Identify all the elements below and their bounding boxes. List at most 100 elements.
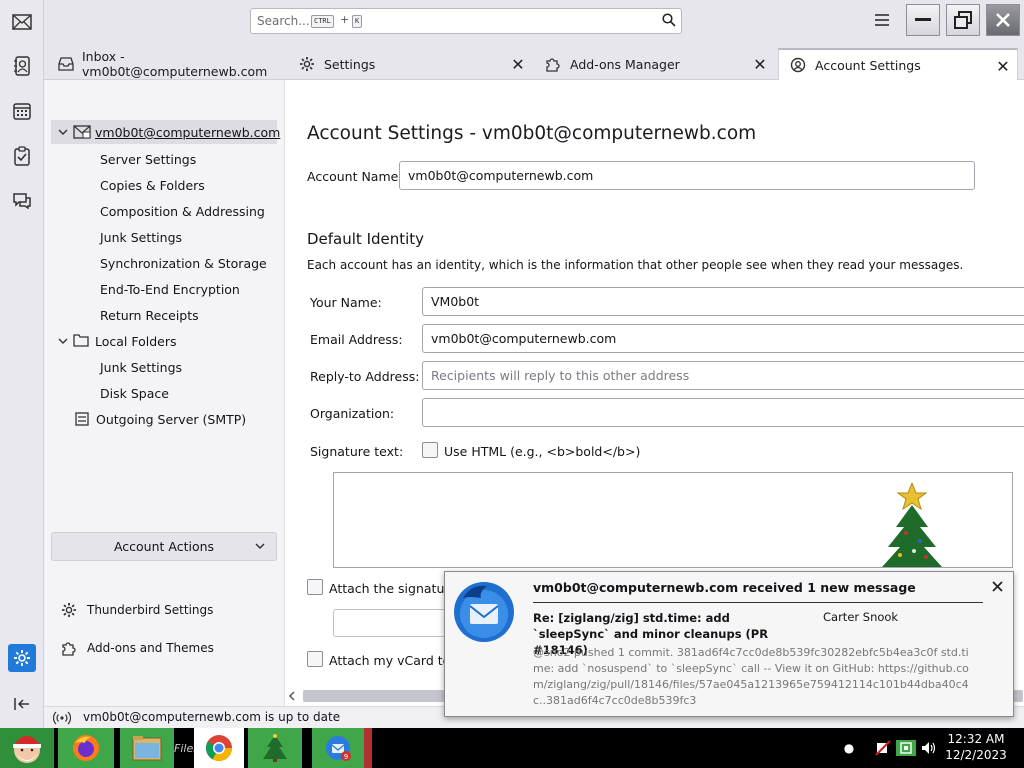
taskbar-firefox[interactable] (58, 728, 114, 768)
addons-themes-label: Add-ons and Themes (87, 641, 214, 655)
santa-icon (13, 736, 41, 763)
taskbar-clock[interactable]: 12:32 AM 12/2/2023 (940, 731, 1012, 763)
sidebar-item-label: Copies & Folders (100, 178, 205, 193)
clock-time: 12:32 AM (947, 732, 1005, 746)
organization-input[interactable] (422, 398, 1024, 427)
account-actions-button[interactable]: Account Actions (51, 532, 277, 561)
minimize-button[interactable] (906, 4, 940, 36)
sidebar-item-label: Disk Space (100, 386, 169, 401)
new-mail-notification[interactable]: vm0b0t@computernewb.com received 1 new m… (444, 571, 1014, 717)
address-book-icon[interactable] (8, 52, 36, 80)
thunderbird-window: Search... CTRL + K Inbox - vm0b0t@comput… (0, 0, 1024, 768)
sidebar-item-label: Outgoing Server (SMTP) (96, 412, 247, 427)
chevron-left-icon[interactable] (288, 691, 296, 701)
start-button[interactable] (0, 728, 54, 768)
tab-inbox[interactable]: Inbox - vm0b0t@computernewb.com (48, 48, 286, 80)
title-bar: Search... CTRL + K (44, 0, 1024, 44)
signature-file-input[interactable] (333, 609, 453, 637)
tab-account-settings[interactable]: Account Settings ✕ (778, 48, 1018, 80)
account-name-label: Account Name: (307, 169, 403, 184)
sidebar-account-label: vm0b0t@computernewb.com (95, 125, 281, 140)
page-title: Account Settings - vm0b0t@computernewb.c… (307, 123, 757, 144)
signature-textarea[interactable] (333, 472, 1013, 568)
use-html-label: Use HTML (e.g., <b>bold</b>) (444, 444, 641, 459)
close-icon[interactable] (989, 578, 1005, 594)
inbox-icon (58, 55, 74, 73)
sidebar-item-e2e-encryption[interactable]: End-To-End Encryption (100, 282, 240, 297)
gear-icon[interactable] (8, 644, 36, 672)
close-tab-icon[interactable]: ✕ (995, 57, 1011, 76)
default-identity-heading: Default Identity (307, 230, 425, 248)
sidebar-local-folders-label: Local Folders (95, 334, 177, 349)
sidebar-account-row[interactable]: vm0b0t@computernewb.com (51, 120, 281, 144)
calendar-icon[interactable] (8, 97, 36, 125)
taskbar-divider (364, 728, 372, 768)
attach-signature-checkbox[interactable] (307, 579, 323, 595)
shortcut-key-ctrl: CTRL (311, 15, 334, 28)
taskbar-xmas-tree[interactable] (248, 728, 302, 768)
notification-body: @sno2 pushed 1 commit. 381ad6f4c7cc0de8b… (533, 646, 969, 707)
unread-badge: 9 (344, 753, 348, 761)
sidebar-item-label: Junk Settings (100, 360, 183, 375)
clock-date: 12/2/2023 (945, 748, 1007, 762)
sidebar-item-composition[interactable]: Composition & Addressing (100, 204, 265, 219)
account-settings-icon (789, 56, 807, 74)
email-address-input[interactable]: vm0b0t@computernewb.com (422, 324, 1024, 353)
identity-description: Each account has an identity, which is t… (307, 258, 964, 272)
sidebar-local-folders[interactable]: Local Folders (51, 330, 277, 352)
sidebar-item-local-junk[interactable]: Junk Settings (100, 360, 182, 375)
sidebar-item-copies-folders[interactable]: Copies & Folders (100, 178, 205, 193)
email-address-label: Email Address: (310, 332, 403, 347)
close-tab-icon[interactable]: ✕ (510, 55, 526, 74)
chevron-down-icon (255, 543, 265, 550)
sidebar-item-return-receipts[interactable]: Return Receipts (100, 308, 199, 323)
chevron-down-icon[interactable] (57, 335, 69, 347)
use-html-checkbox[interactable] (422, 442, 438, 458)
tab-label: Account Settings (815, 57, 921, 73)
account-name-input[interactable]: vm0b0t@computernewb.com (399, 161, 975, 190)
thunderbird-logo-icon (454, 582, 514, 642)
taskbar-thunderbird[interactable]: 9 (312, 728, 364, 768)
close-tab-icon[interactable]: ✕ (752, 55, 768, 74)
tasks-icon[interactable] (8, 142, 36, 170)
chevron-down-icon[interactable] (57, 126, 69, 138)
app-menu-button[interactable] (872, 10, 892, 30)
attach-vcard-checkbox[interactable] (307, 651, 323, 667)
tray-app-icon[interactable] (896, 740, 916, 756)
search-placeholder: Search... (257, 14, 310, 28)
outgoing-server-icon (75, 412, 89, 426)
sidebar-item-disk-space[interactable]: Disk Space (100, 386, 169, 401)
close-window-button[interactable] (986, 4, 1020, 36)
your-name-input[interactable]: VM0b0t (422, 287, 1024, 316)
search-icon[interactable] (662, 13, 676, 31)
puzzle-icon (544, 55, 562, 73)
notification-sender: Carter Snook (823, 610, 899, 624)
restore-button[interactable] (946, 4, 980, 36)
shortcut-plus: + (340, 13, 350, 26)
tray-network-icon[interactable] (874, 740, 892, 756)
thunderbird-icon: 9 (326, 736, 351, 761)
thunderbird-settings-link[interactable]: Thunderbird Settings (61, 602, 213, 618)
collapse-icon[interactable] (8, 690, 36, 718)
volume-icon[interactable] (920, 740, 938, 756)
search-input[interactable]: Search... CTRL + K (250, 8, 682, 34)
sidebar-item-junk-settings[interactable]: Junk Settings (100, 230, 182, 245)
mail-icon[interactable] (8, 8, 36, 36)
sidebar-item-sync-storage[interactable]: Synchronization & Storage (100, 256, 267, 271)
reply-to-input[interactable]: Recipients will reply to this other addr… (422, 361, 1024, 390)
tray-dot-icon[interactable]: ● (842, 740, 856, 756)
folder-icon (73, 334, 89, 347)
taskbar-chrome[interactable] (194, 728, 244, 768)
sidebar-item-server-settings[interactable]: Server Settings (100, 152, 196, 167)
addons-themes-link[interactable]: Add-ons and Themes (61, 640, 214, 656)
file-manager-icon (132, 736, 162, 761)
minimize-icon (915, 18, 931, 21)
taskbar: Files 9 ● 12:32 AM 12/2/2023 (0, 728, 1024, 768)
chat-icon[interactable] (8, 187, 36, 215)
online-status-icon[interactable] (53, 711, 71, 725)
taskbar-files[interactable] (120, 728, 174, 768)
tab-addons-manager[interactable]: Add-ons Manager ✕ (534, 48, 774, 80)
gear-icon (62, 603, 76, 617)
tab-settings[interactable]: Settings ✕ (288, 48, 532, 80)
gear-icon (298, 55, 316, 73)
